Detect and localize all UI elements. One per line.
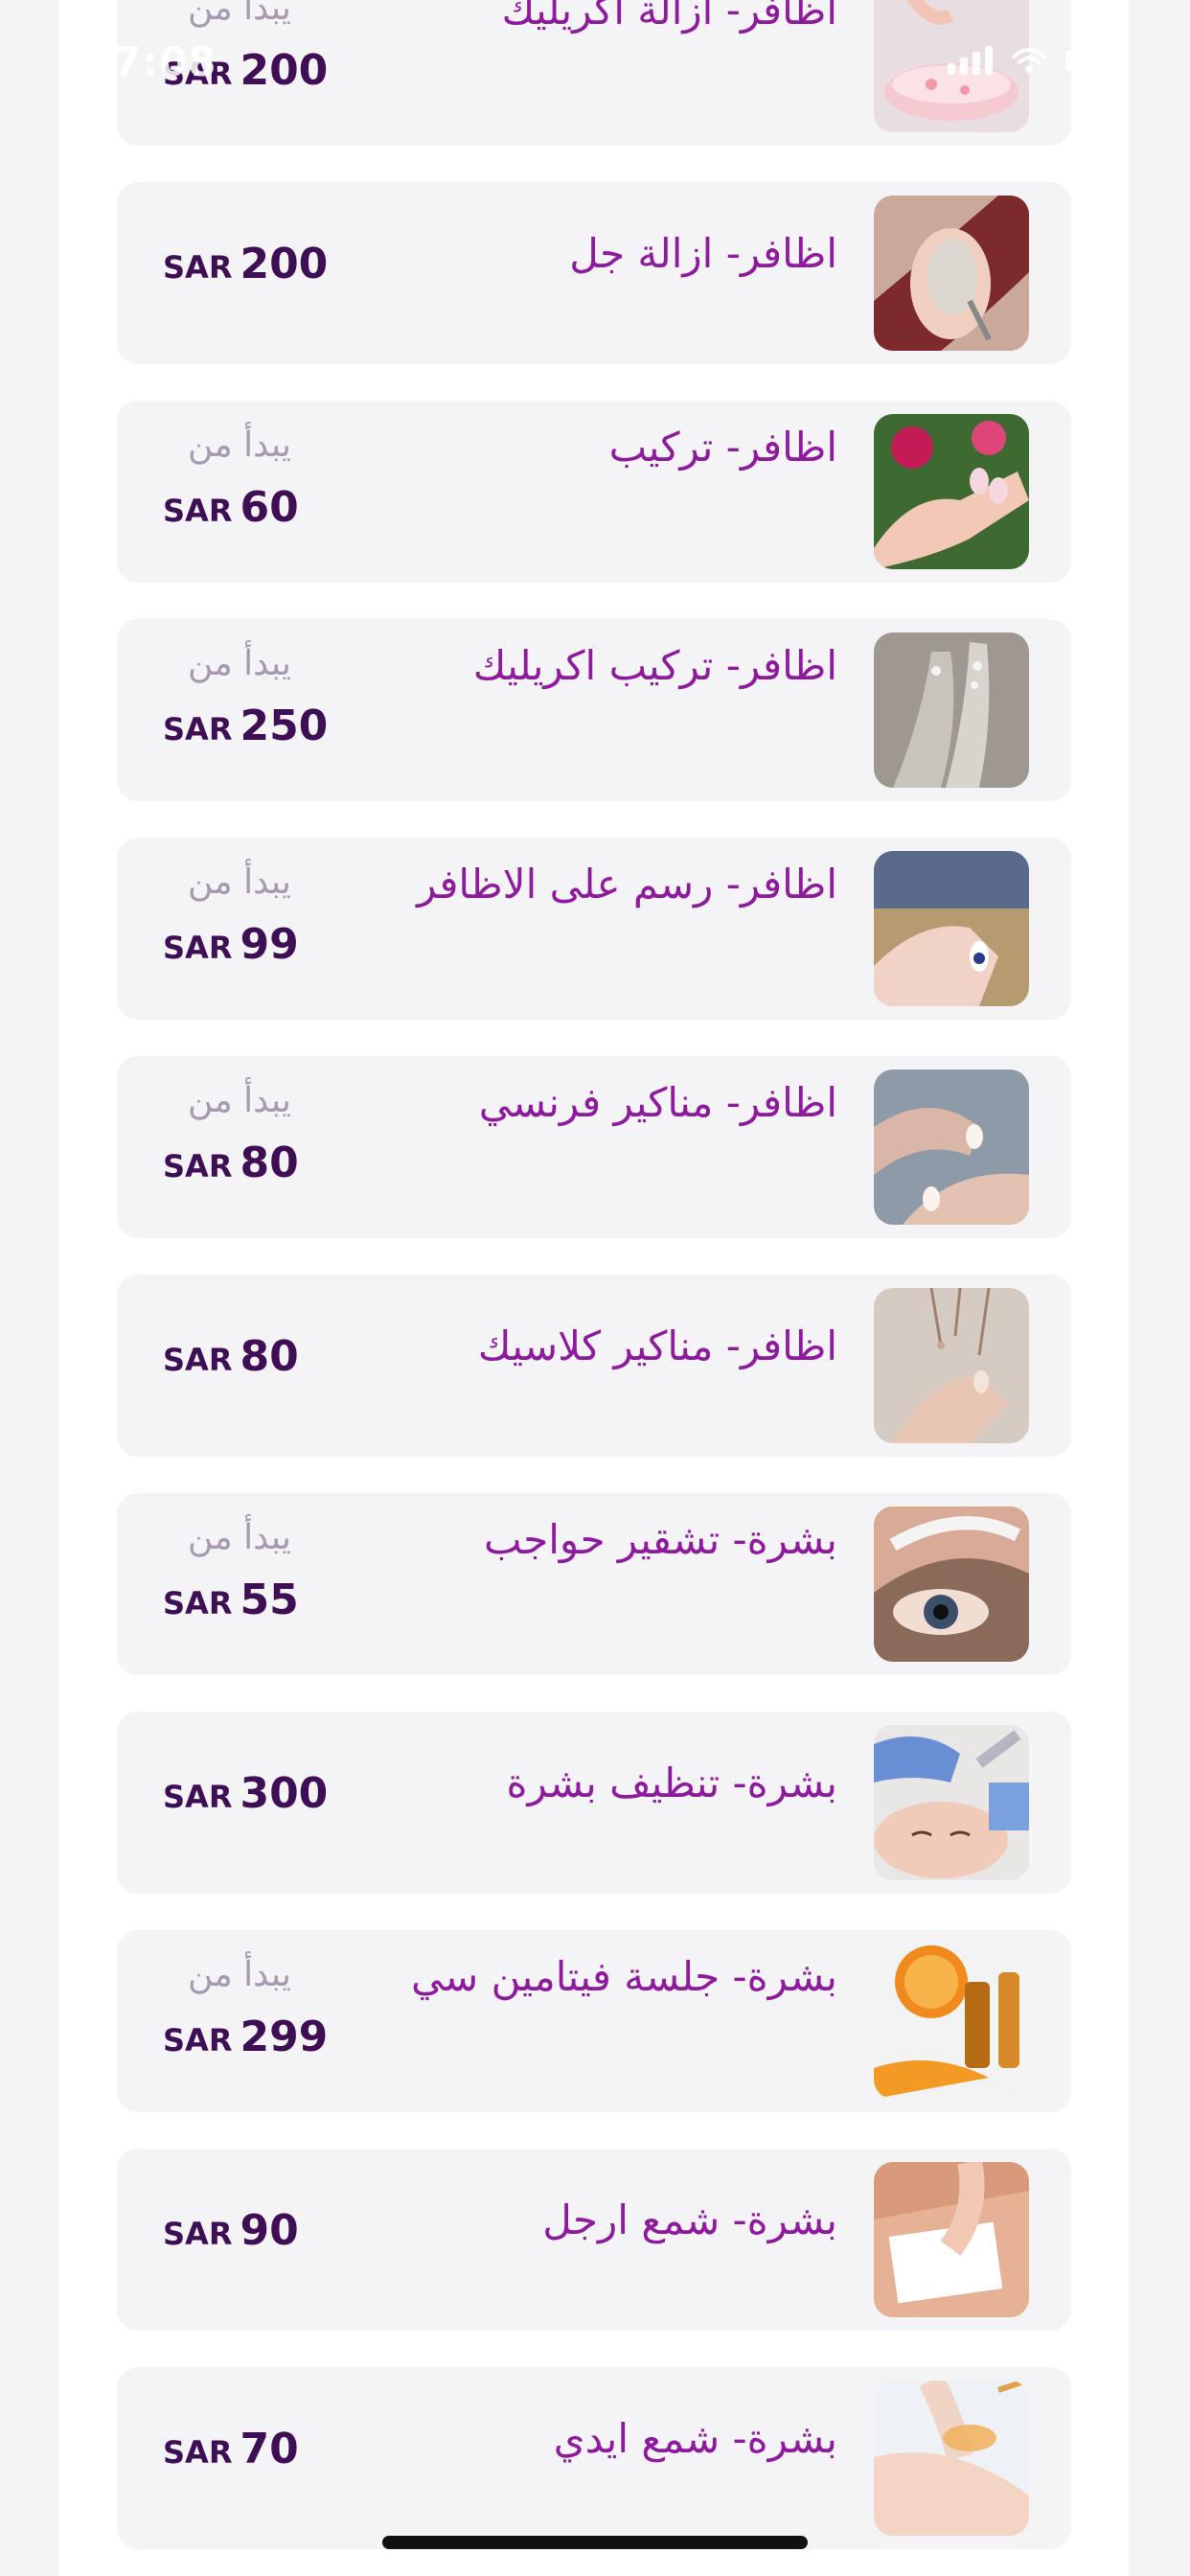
price-block: SAR 200 [163, 182, 383, 364]
price-amount: 60 [240, 483, 299, 532]
price-amount: 80 [240, 1138, 299, 1187]
price-amount: 99 [240, 920, 299, 969]
service-price: SAR 80 [163, 1332, 299, 1381]
currency-label: SAR [163, 1779, 233, 1815]
service-price: SAR 300 [163, 1769, 328, 1818]
price-block: SAR 70 [163, 2367, 383, 2549]
service-price: SAR 200 [163, 46, 328, 95]
price-block: يبدأ من SAR 200 [163, 0, 383, 146]
currency-label: SAR [163, 930, 233, 966]
french-nail-icon [874, 1070, 1029, 1225]
price-block: SAR 300 [163, 1712, 383, 1894]
price-amount: 200 [240, 240, 329, 288]
price-block: يبدأ من SAR 60 [163, 401, 383, 583]
price-block: يبدأ من SAR 55 [163, 1493, 383, 1675]
price-amount: 90 [240, 2206, 299, 2255]
service-price: SAR 90 [163, 2206, 299, 2255]
currency-label: SAR [163, 493, 233, 529]
service-card[interactable]: اظافر- تركيب يبدأ من SAR 60 [117, 401, 1071, 583]
drill-icon [874, 196, 1029, 351]
currency-label: SAR [163, 2216, 233, 2252]
service-price: SAR 99 [163, 920, 299, 969]
service-price: SAR 80 [163, 1138, 299, 1187]
service-card[interactable]: بشرة- شمع ايدي SAR 70 [117, 2367, 1071, 2549]
starts-from-label: يبدأ من [188, 862, 291, 902]
service-card[interactable]: اظافر- مناكير فرنسي يبدأ من SAR 80 [117, 1056, 1071, 1238]
currency-label: SAR [163, 56, 233, 92]
service-card[interactable]: بشرة- جلسة فيتامين سي يبدأ من SAR 299 [117, 1930, 1071, 2112]
home-indicator [382, 2536, 808, 2549]
hand-icon [874, 1288, 1029, 1443]
eyebrow-icon [874, 1506, 1029, 1662]
price-amount: 70 [240, 2425, 299, 2473]
price-block: يبدأ من SAR 99 [163, 838, 383, 1020]
price-amount: 250 [240, 702, 329, 750]
service-price: SAR 70 [163, 2425, 299, 2473]
nail-art-icon [874, 632, 1029, 788]
bowl-icon [874, 0, 1029, 132]
serum-icon [874, 1944, 1029, 2099]
service-card[interactable]: اظافر- مناكير كلاسيك SAR 80 [117, 1275, 1071, 1457]
service-price: SAR 200 [163, 240, 328, 288]
service-card[interactable]: بشرة- شمع ارجل SAR 90 [117, 2149, 1071, 2331]
service-price: SAR 55 [163, 1576, 299, 1624]
service-card[interactable]: اظافر- ازالة اكريليك يبدأ من SAR 200 [117, 0, 1071, 146]
price-amount: 299 [240, 2012, 329, 2061]
service-card[interactable]: اظافر- تركيب اكريليك يبدأ من SAR 250 [117, 619, 1071, 801]
price-block: يبدأ من SAR 299 [163, 1930, 383, 2112]
currency-label: SAR [163, 2434, 233, 2471]
price-block: يبدأ من SAR 250 [163, 619, 383, 801]
wax-arm-icon [874, 2380, 1029, 2536]
service-price: SAR 250 [163, 702, 328, 750]
price-amount: 80 [240, 1332, 299, 1381]
currency-label: SAR [163, 1342, 233, 1378]
starts-from-label: يبدأ من [188, 0, 291, 28]
currency-label: SAR [163, 249, 233, 286]
currency-label: SAR [163, 711, 233, 748]
service-price: SAR 299 [163, 2012, 328, 2061]
price-amount: 55 [240, 1576, 299, 1624]
starts-from-label: يبدأ من [188, 1955, 291, 1994]
wax-leg-icon [874, 2162, 1029, 2317]
starts-from-label: يبدأ من [188, 1518, 291, 1557]
service-price: SAR 60 [163, 483, 299, 532]
currency-label: SAR [163, 2022, 233, 2058]
service-card[interactable]: بشرة- تشقير حواجب يبدأ من SAR 55 [117, 1493, 1071, 1675]
price-amount: 300 [240, 1769, 329, 1818]
currency-label: SAR [163, 1585, 233, 1622]
price-block: يبدأ من SAR 80 [163, 1056, 383, 1238]
service-card[interactable]: اظافر- رسم على الاظافر يبدأ من SAR 99 [117, 838, 1071, 1020]
price-block: SAR 80 [163, 1275, 383, 1457]
flower-icon [874, 414, 1029, 569]
starts-from-label: يبدأ من [188, 644, 291, 683]
painted-nail-icon [874, 851, 1029, 1006]
currency-label: SAR [163, 1148, 233, 1184]
price-block: SAR 90 [163, 2149, 383, 2331]
starts-from-label: يبدأ من [188, 1081, 291, 1120]
service-card[interactable]: بشرة- تنظيف بشرة SAR 300 [117, 1712, 1071, 1894]
face-care-icon [874, 1725, 1029, 1880]
service-card[interactable]: اظافر- ازالة جل SAR 200 [117, 182, 1071, 364]
starts-from-label: يبدأ من [188, 426, 291, 465]
price-amount: 200 [240, 46, 329, 95]
